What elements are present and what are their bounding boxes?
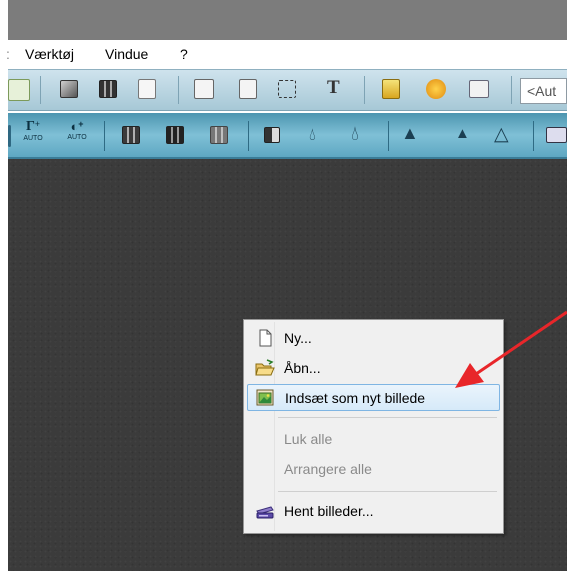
annotation-arrow xyxy=(455,310,567,388)
arrow-shaft xyxy=(475,310,567,376)
arrow-head xyxy=(455,363,484,388)
